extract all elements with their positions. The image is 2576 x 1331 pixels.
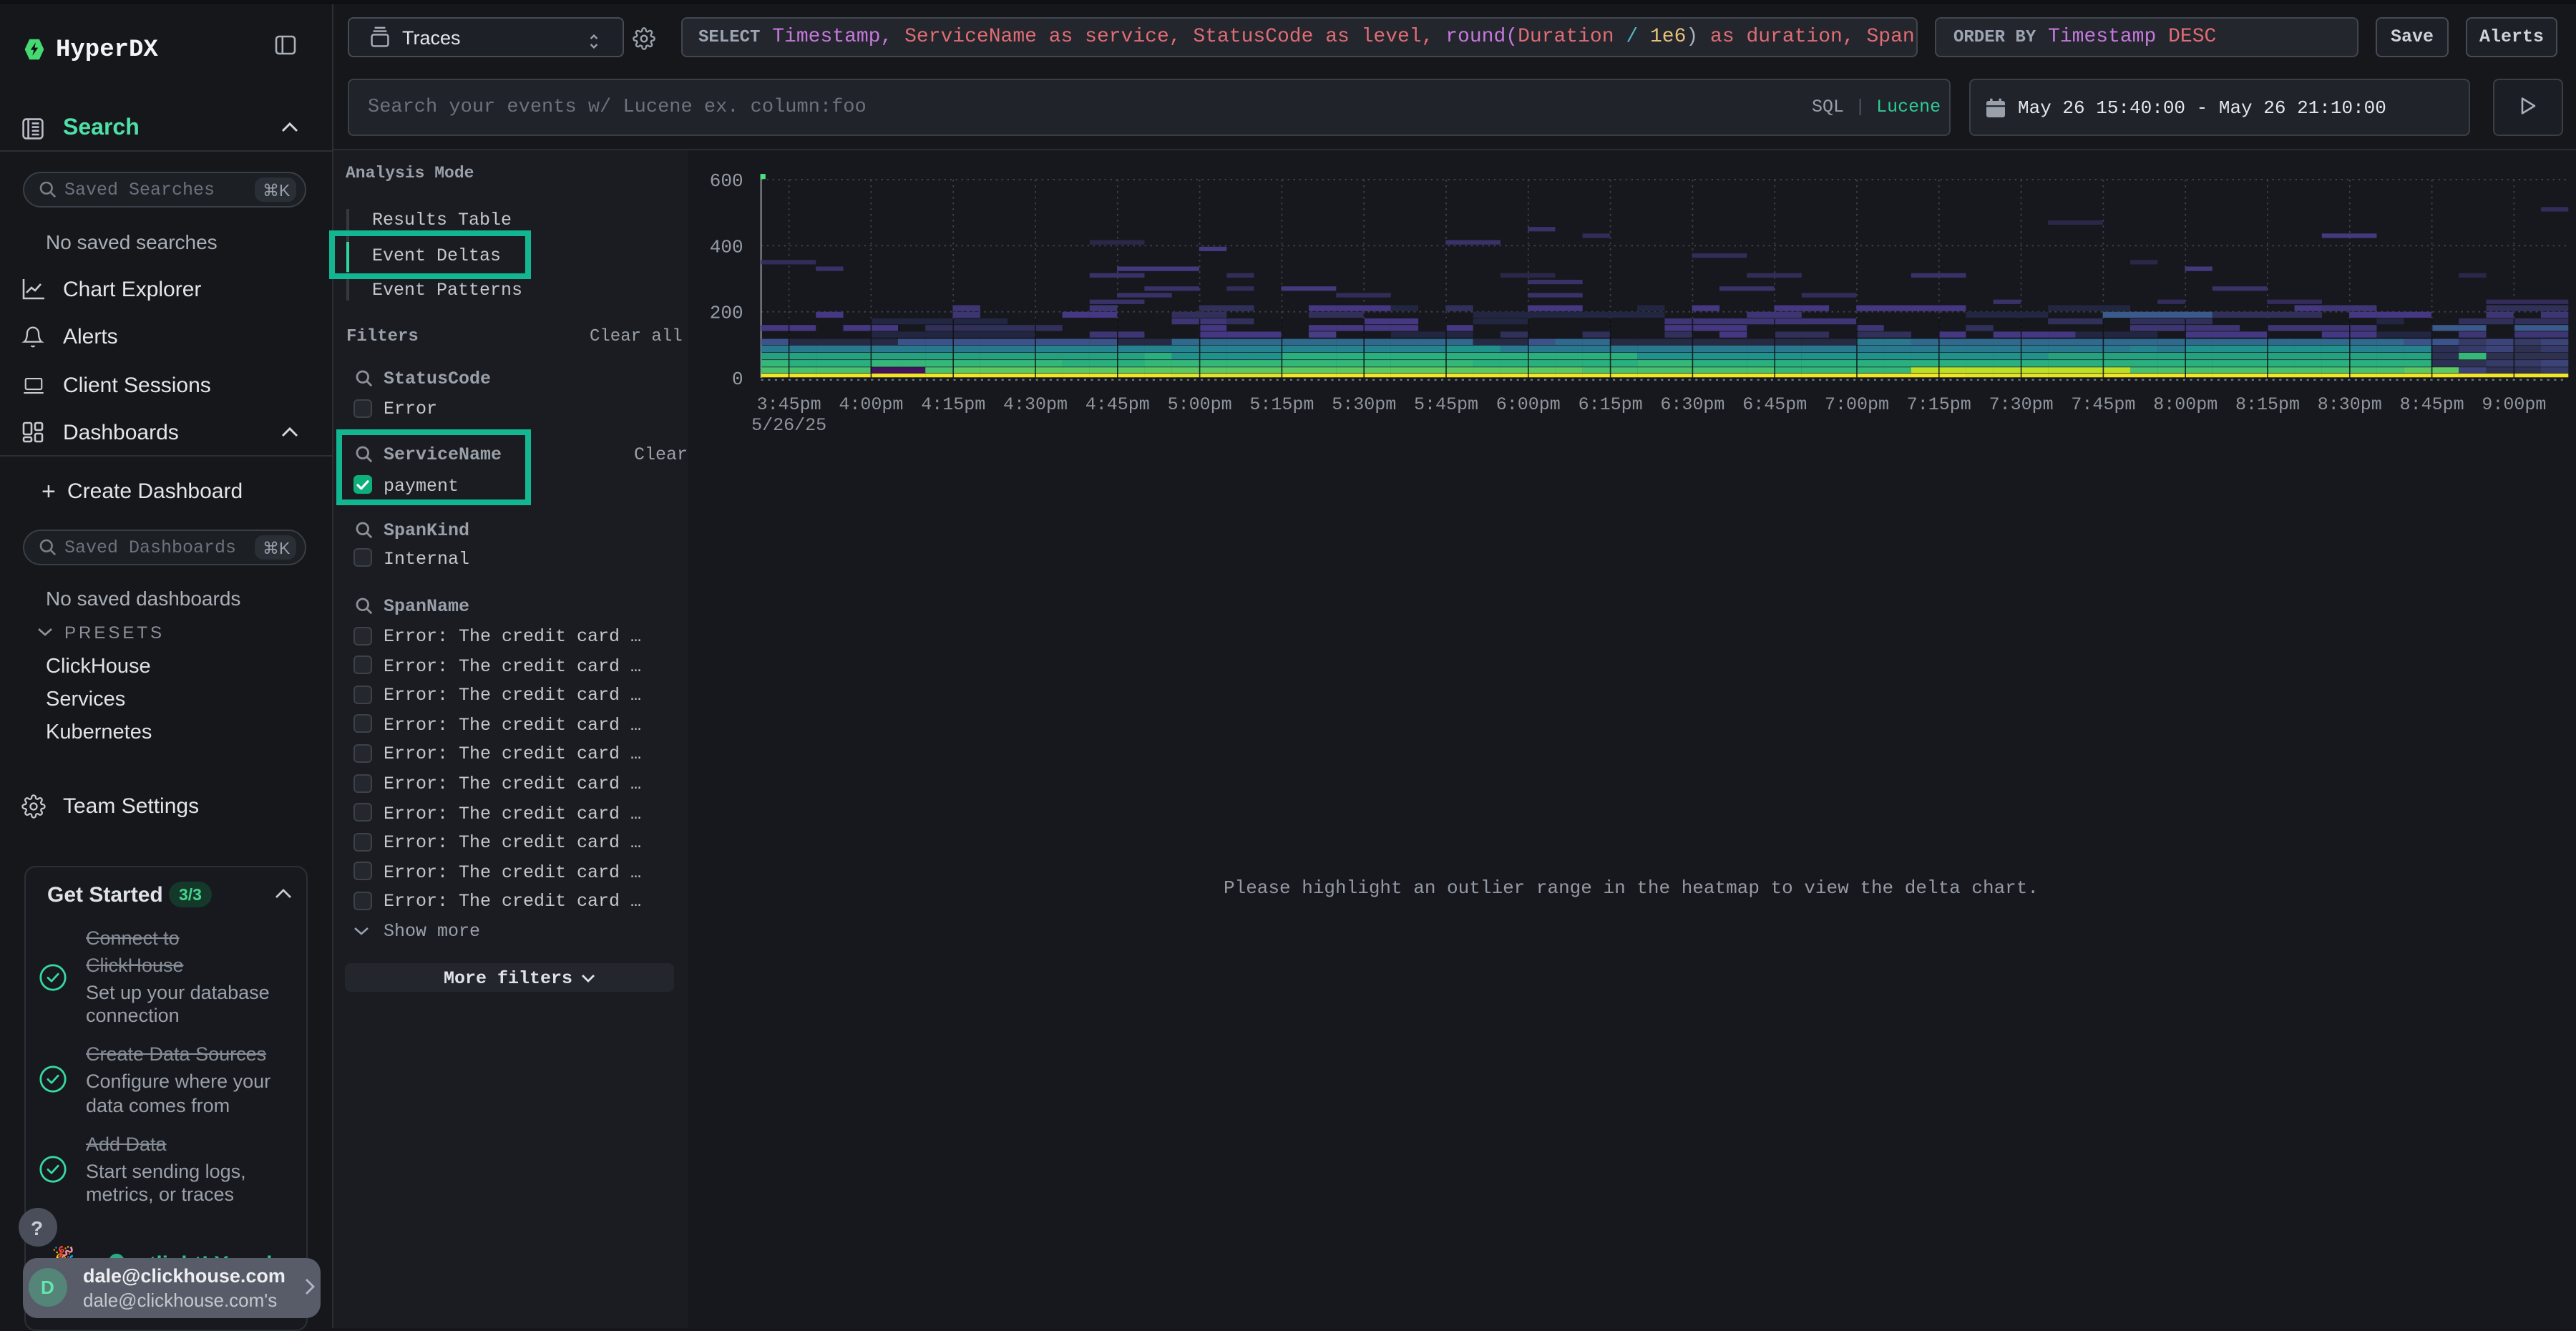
- svg-text:7:45pm: 7:45pm: [2071, 394, 2135, 415]
- svg-text:8:45pm: 8:45pm: [2400, 394, 2464, 415]
- svg-text:8:15pm: 8:15pm: [2235, 394, 2300, 415]
- svg-text:400: 400: [710, 236, 743, 258]
- svg-text:7:15pm: 7:15pm: [1907, 394, 1971, 415]
- svg-text:6:30pm: 6:30pm: [1660, 394, 1724, 415]
- svg-text:6:45pm: 6:45pm: [1742, 394, 1807, 415]
- svg-text:4:45pm: 4:45pm: [1085, 394, 1150, 415]
- svg-text:0: 0: [732, 369, 743, 390]
- svg-text:7:30pm: 7:30pm: [1989, 394, 2054, 415]
- svg-text:5/26/25: 5/26/25: [751, 415, 826, 436]
- svg-text:4:30pm: 4:30pm: [1003, 394, 1068, 415]
- svg-text:5:30pm: 5:30pm: [1332, 394, 1396, 415]
- svg-text:600: 600: [710, 170, 743, 192]
- svg-text:8:30pm: 8:30pm: [2318, 394, 2382, 415]
- svg-text:4:15pm: 4:15pm: [921, 394, 985, 415]
- svg-text:6:15pm: 6:15pm: [1579, 394, 1643, 415]
- svg-text:4:00pm: 4:00pm: [839, 394, 903, 415]
- svg-text:200: 200: [710, 303, 743, 324]
- svg-text:3:45pm: 3:45pm: [757, 394, 821, 415]
- svg-text:5:45pm: 5:45pm: [1414, 394, 1478, 415]
- svg-text:5:00pm: 5:00pm: [1168, 394, 1232, 415]
- svg-text:5:15pm: 5:15pm: [1249, 394, 1314, 415]
- svg-text:9:00pm: 9:00pm: [2482, 394, 2546, 415]
- svg-text:7:00pm: 7:00pm: [1825, 394, 1889, 415]
- svg-text:6:00pm: 6:00pm: [1496, 394, 1561, 415]
- svg-text:8:00pm: 8:00pm: [2153, 394, 2218, 415]
